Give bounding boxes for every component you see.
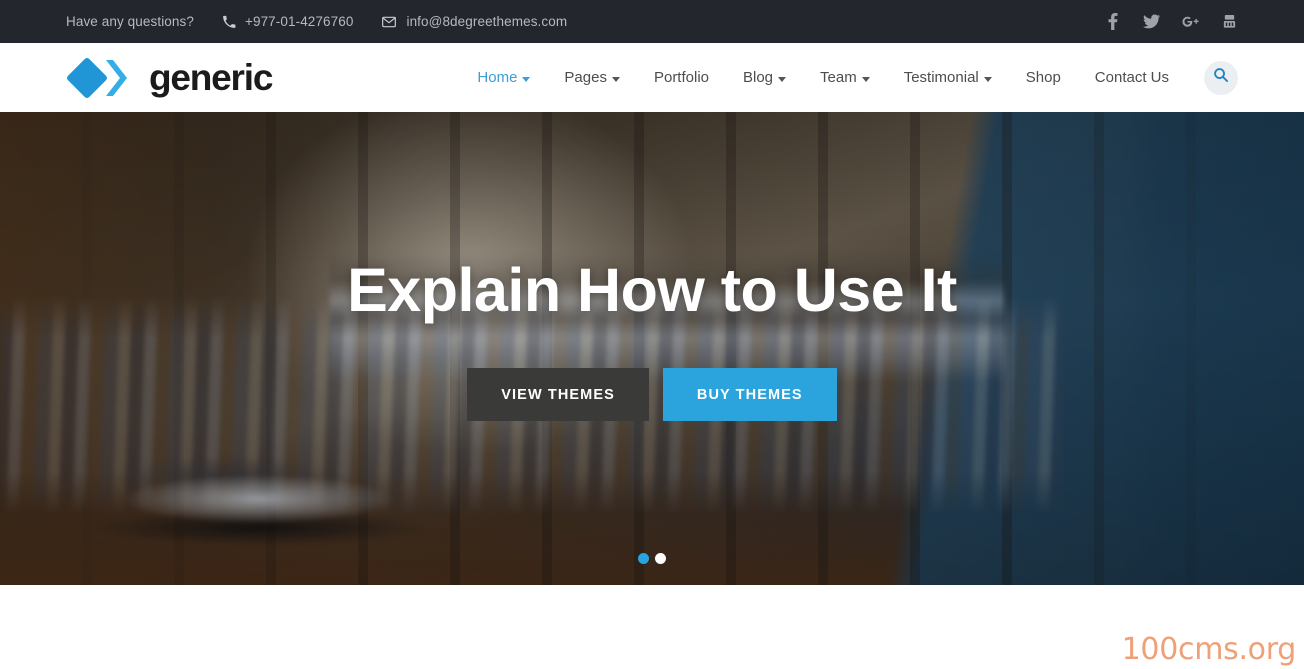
top-bar-question-label: Have any questions? <box>66 14 194 29</box>
hero-content: Explain How to Use It VIEW THEMES BUY TH… <box>0 112 1304 585</box>
top-bar-question: Have any questions? <box>66 14 194 29</box>
watermark-label: 100cms.org <box>1121 632 1297 667</box>
social-links <box>1104 13 1238 30</box>
slider-pagination <box>0 553 1304 564</box>
diamond-chevron-logo-icon <box>66 57 138 99</box>
nav-item-team-label: Team <box>820 69 857 86</box>
google-plus-icon[interactable] <box>1182 13 1199 30</box>
nav-item-shop[interactable]: Shop <box>1009 69 1078 86</box>
youtube-icon[interactable] <box>1221 13 1238 30</box>
envelope-icon <box>381 14 397 30</box>
nav-item-shop-label: Shop <box>1025 69 1061 86</box>
chevron-down-icon <box>522 76 531 82</box>
buy-themes-button[interactable]: BUY THEMES <box>662 368 837 421</box>
top-bar-phone[interactable]: +977-01-4276760 <box>222 14 353 29</box>
view-themes-button[interactable]: VIEW THEMES <box>467 368 649 421</box>
site-logo-text: generic <box>149 57 273 98</box>
hero-slider: Explain How to Use It VIEW THEMES BUY TH… <box>0 112 1304 585</box>
nav-item-testimonial[interactable]: Testimonial <box>887 69 1009 86</box>
nav-item-portfolio-label: Portfolio <box>653 69 709 86</box>
site-logo[interactable]: generic <box>66 57 273 99</box>
nav-item-blog-label: Blog <box>743 69 774 86</box>
top-bar: Have any questions? +977-01-4276760 info… <box>0 0 1304 43</box>
hero-title: Explain How to Use It <box>347 256 957 324</box>
nav-item-pages[interactable]: Pages <box>547 69 637 86</box>
nav-item-pages-label: Pages <box>564 69 607 86</box>
nav-item-home-label: Home <box>477 69 518 86</box>
nav-item-portfolio[interactable]: Portfolio <box>637 69 726 86</box>
nav-item-blog[interactable]: Blog <box>726 69 803 86</box>
top-bar-phone-label: +977-01-4276760 <box>244 14 354 29</box>
nav-item-testimonial-label: Testimonial <box>903 69 979 86</box>
chevron-down-icon <box>778 76 787 82</box>
nav-item-home[interactable]: Home <box>460 69 547 86</box>
slider-dot-1[interactable] <box>638 553 649 564</box>
slider-dot-2[interactable] <box>655 553 666 564</box>
facebook-icon[interactable] <box>1104 13 1121 30</box>
site-header: generic Home Pages Portfolio Blog Team T… <box>0 43 1304 112</box>
chevron-down-icon <box>861 76 870 82</box>
search-button[interactable] <box>1204 60 1238 95</box>
phone-icon <box>222 15 236 29</box>
search-icon <box>1213 67 1229 88</box>
top-bar-email[interactable]: info@8degreethemes.com <box>381 14 567 30</box>
hero-cta-group: VIEW THEMES BUY THEMES <box>467 368 837 421</box>
chevron-down-icon <box>611 76 620 82</box>
main-navigation: Home Pages Portfolio Blog Team Testimoni… <box>460 60 1238 95</box>
nav-item-team[interactable]: Team <box>803 69 887 86</box>
chevron-down-icon <box>983 76 992 82</box>
nav-item-contact-us[interactable]: Contact Us <box>1078 69 1186 86</box>
top-bar-email-label: info@8degreethemes.com <box>406 14 568 29</box>
twitter-icon[interactable] <box>1143 13 1160 30</box>
page-body-area: 100cms.org <box>0 585 1304 669</box>
nav-item-contact-us-label: Contact Us <box>1094 69 1169 86</box>
top-bar-contact-group: Have any questions? +977-01-4276760 info… <box>66 14 567 30</box>
